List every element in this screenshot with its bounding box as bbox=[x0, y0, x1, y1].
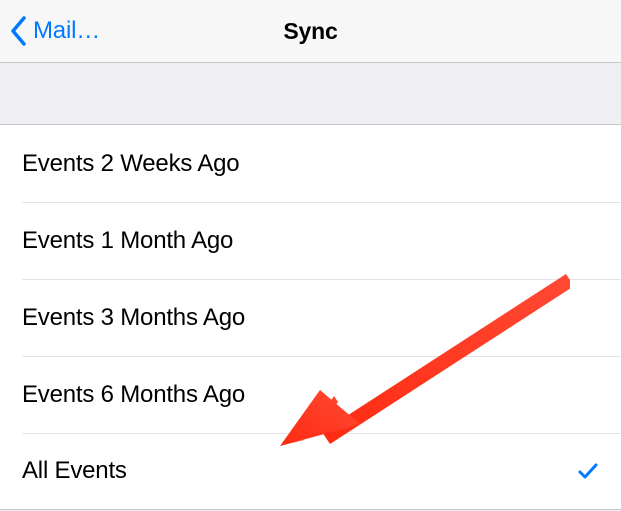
navigation-bar: Mail… Sync bbox=[0, 0, 621, 63]
back-button-label: Mail… bbox=[33, 17, 100, 45]
sync-option-all-events[interactable]: All Events bbox=[0, 433, 621, 510]
list-item-label: Events 6 Months Ago bbox=[22, 381, 245, 409]
sync-option-1-month[interactable]: Events 1 Month Ago bbox=[0, 202, 621, 279]
list-item-label: Events 1 Month Ago bbox=[22, 227, 233, 255]
sync-options-list: Events 2 Weeks Ago Events 1 Month Ago Ev… bbox=[0, 125, 621, 510]
back-button[interactable]: Mail… bbox=[10, 0, 100, 62]
checkmark-icon bbox=[577, 460, 599, 482]
sync-option-6-months[interactable]: Events 6 Months Ago bbox=[0, 356, 621, 433]
sync-option-3-months[interactable]: Events 3 Months Ago bbox=[0, 279, 621, 356]
section-spacer bbox=[0, 63, 621, 125]
list-item-label: Events 2 Weeks Ago bbox=[22, 150, 239, 178]
list-item-label: All Events bbox=[22, 457, 127, 485]
list-item-label: Events 3 Months Ago bbox=[22, 304, 245, 332]
chevron-left-icon bbox=[10, 16, 27, 46]
page-title: Sync bbox=[283, 18, 337, 45]
sync-option-2-weeks[interactable]: Events 2 Weeks Ago bbox=[0, 125, 621, 202]
